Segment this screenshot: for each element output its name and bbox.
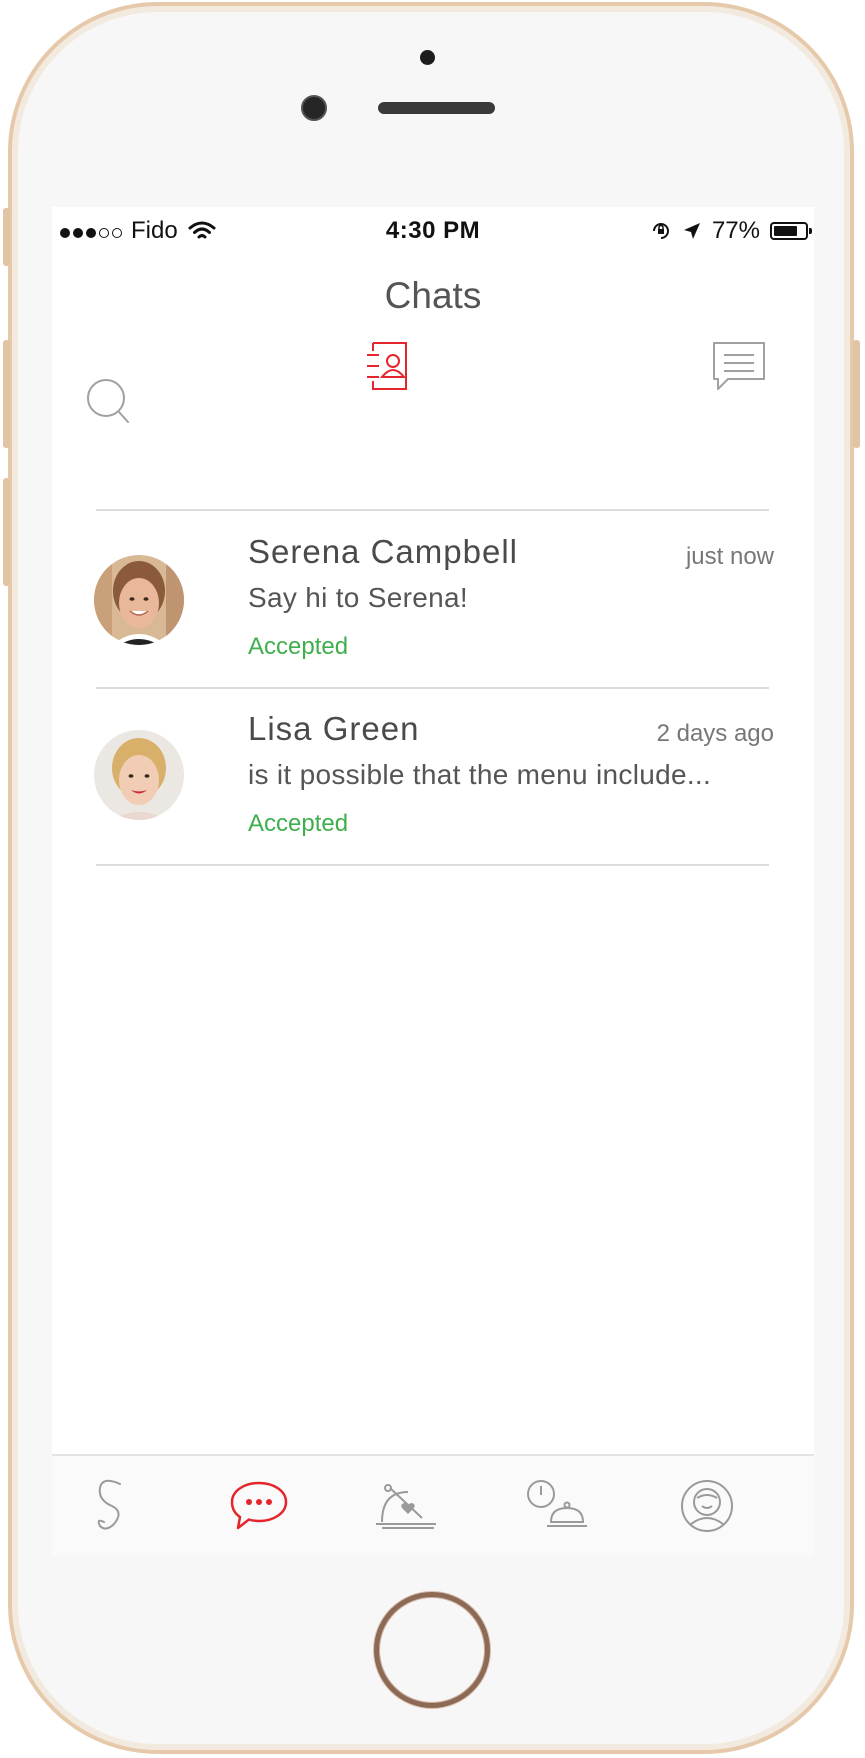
page-title: Chats [384, 275, 482, 316]
mute-switch [3, 208, 10, 266]
home-s-logo-icon [97, 1479, 121, 1530]
earpiece-speaker [378, 102, 495, 114]
chats-bubble-icon [230, 1481, 288, 1530]
battery-level [774, 226, 798, 236]
tab-chats[interactable] [224, 1476, 294, 1536]
timed-dish-icon [527, 1480, 587, 1527]
avatar [94, 730, 184, 820]
chat-row-lisa-green[interactable]: Lisa Green 2 days ago is it possible tha… [52, 688, 814, 864]
chat-timestamp: 2 days ago [656, 720, 774, 747]
location-arrow-icon [683, 223, 700, 239]
search-icon[interactable] [85, 379, 133, 427]
chat-last-message: is it possible that the menu include... [248, 759, 712, 790]
chat-status-badge: Accepted [248, 810, 349, 837]
chat-row-serena-campbell[interactable]: Serena Campbell just now Say hi to Seren… [52, 511, 814, 687]
lisa-avatar-photo [94, 730, 184, 820]
contacts-icon[interactable] [364, 341, 412, 393]
power-button [853, 340, 860, 448]
battery-icon [770, 222, 812, 240]
tab-home[interactable] [75, 1476, 145, 1536]
chat-timestamp: just now [685, 543, 774, 570]
tab-favorites[interactable] [371, 1476, 441, 1536]
chat-contact-name: Serena Campbell [248, 533, 518, 570]
avatar [94, 555, 184, 645]
status-bar: Fido 4:30 PM 77% [52, 207, 814, 255]
new-message-icon[interactable] [712, 341, 766, 393]
profile-face-icon [681, 1480, 733, 1532]
chat-contact-name: Lisa Green [248, 710, 420, 747]
food-cloche-heart-icon [376, 1484, 436, 1529]
chat-status-badge: Accepted [248, 633, 349, 660]
volume-down-button [3, 478, 10, 586]
app-screen: Fido 4:30 PM 77% Chats Serena Campbell j… [52, 207, 814, 1556]
rotation-lock-icon [652, 223, 669, 239]
tab-profile[interactable] [672, 1476, 742, 1536]
serena-avatar-photo [94, 555, 184, 645]
home-button[interactable] [374, 1592, 490, 1708]
battery-percentage: 77% [711, 217, 760, 244]
tab-bar [52, 1454, 814, 1556]
front-sensor [420, 50, 435, 65]
tab-orders[interactable] [522, 1476, 592, 1536]
front-camera [301, 95, 327, 121]
list-bottom-divider [96, 864, 769, 866]
chat-last-message: Say hi to Serena! [248, 582, 468, 613]
volume-up-button [3, 340, 10, 448]
